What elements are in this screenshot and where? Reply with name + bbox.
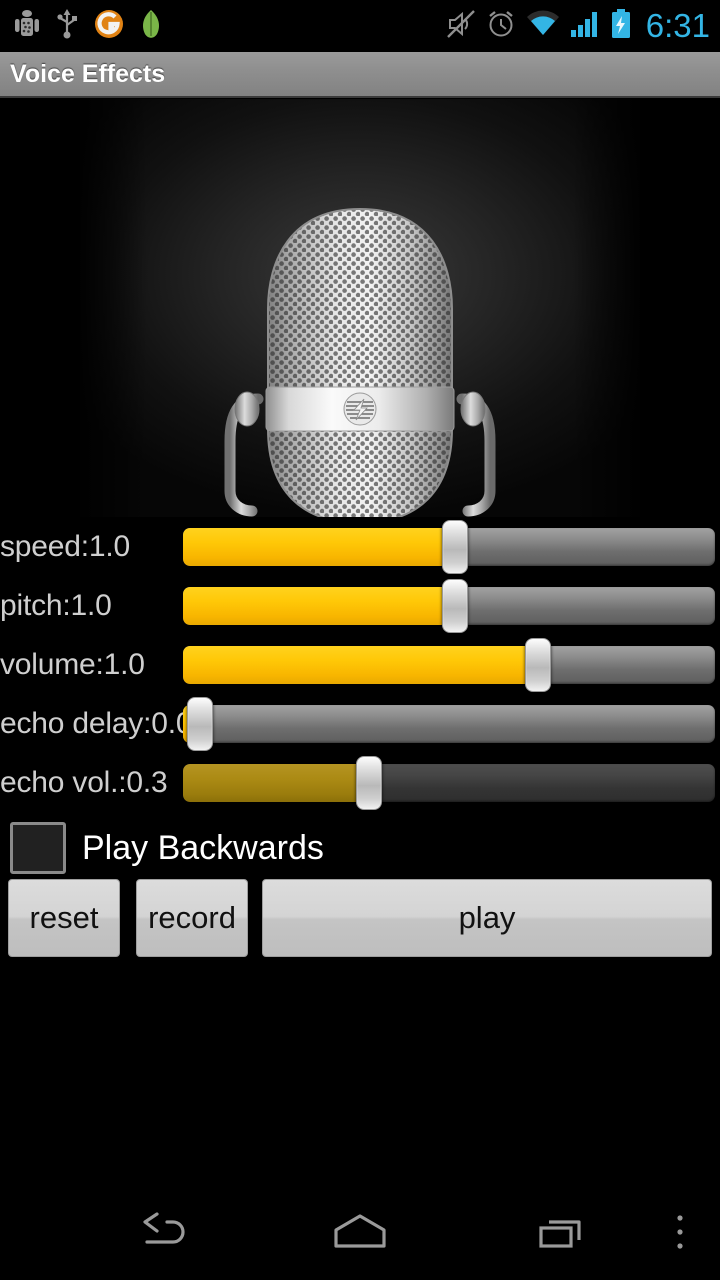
slider-label-pitch: pitch:1.0: [0, 588, 112, 622]
play-backwards-row[interactable]: Play Backwards: [0, 817, 720, 879]
slider-fill-echo-volume: [183, 763, 370, 802]
battery-charging-icon: [610, 8, 632, 44]
slider-label-echo-delay: echo delay:0.0: [0, 706, 193, 740]
slider-fill-speed: [183, 527, 444, 566]
play-button[interactable]: play: [262, 879, 712, 957]
title-bar: Voice Effects: [0, 52, 720, 98]
back-icon[interactable]: [100, 1184, 220, 1280]
status-bar-right-icons: 6:31: [446, 0, 710, 52]
slider-row-echo-volume: echo vol.:0.3: [0, 753, 720, 812]
cellular-signal-icon: [570, 10, 600, 43]
slider-row-echo-delay: echo delay:0.0: [0, 694, 720, 753]
usb-icon: [56, 8, 78, 45]
slider-thumb-echo-volume[interactable]: [356, 755, 382, 810]
action-button-row: reset record play: [0, 879, 720, 959]
slider-row-volume: volume:1.0: [0, 635, 720, 694]
slider-thumb-pitch[interactable]: [442, 578, 468, 633]
alarm-clock-icon: [486, 9, 516, 44]
record-button[interactable]: record: [136, 879, 248, 957]
wifi-icon: [526, 10, 560, 43]
reset-button[interactable]: reset: [8, 879, 120, 957]
overflow-menu-icon[interactable]: [650, 1184, 710, 1280]
android-robot-icon: [14, 9, 40, 44]
microphone-emblem: [343, 392, 377, 426]
status-bar-clock: 6:31: [645, 7, 710, 44]
play-backwards-checkbox[interactable]: [10, 822, 66, 874]
slider-echo-delay[interactable]: [183, 704, 715, 743]
slider-row-speed: speed:1.0: [0, 517, 720, 576]
status-bar: 6:31: [0, 0, 720, 52]
slider-volume[interactable]: [183, 645, 715, 684]
retro-microphone-image: [0, 99, 720, 517]
slider-label-volume: volume:1.0: [0, 647, 145, 681]
navigation-bar: [0, 1184, 720, 1280]
slider-fill-pitch: [183, 586, 444, 625]
orange-circle-app-icon: [94, 9, 124, 44]
slider-thumb-volume[interactable]: [525, 637, 551, 692]
slider-echo-volume[interactable]: [183, 763, 715, 802]
slider-thumb-speed[interactable]: [442, 519, 468, 574]
slider-label-speed: speed:1.0: [0, 529, 130, 563]
recents-icon[interactable]: [502, 1184, 622, 1280]
play-backwards-label: Play Backwards: [82, 828, 324, 867]
slider-fill-volume: [183, 645, 529, 684]
leaf-icon: [140, 9, 162, 44]
slider-label-echo-volume: echo vol.:0.3: [0, 765, 168, 799]
status-bar-left-icons: [0, 8, 162, 45]
app-screen: 6:31 Voice Effects speed:1.0 pitch:1.0 v…: [0, 0, 720, 1280]
slider-row-pitch: pitch:1.0: [0, 576, 720, 635]
page-title: Voice Effects: [10, 59, 166, 88]
mute-icon: [446, 9, 476, 44]
effect-sliders: speed:1.0 pitch:1.0 volume:1.0 echo dela…: [0, 517, 720, 812]
home-icon[interactable]: [300, 1184, 420, 1280]
slider-thumb-echo-delay[interactable]: [187, 696, 213, 751]
